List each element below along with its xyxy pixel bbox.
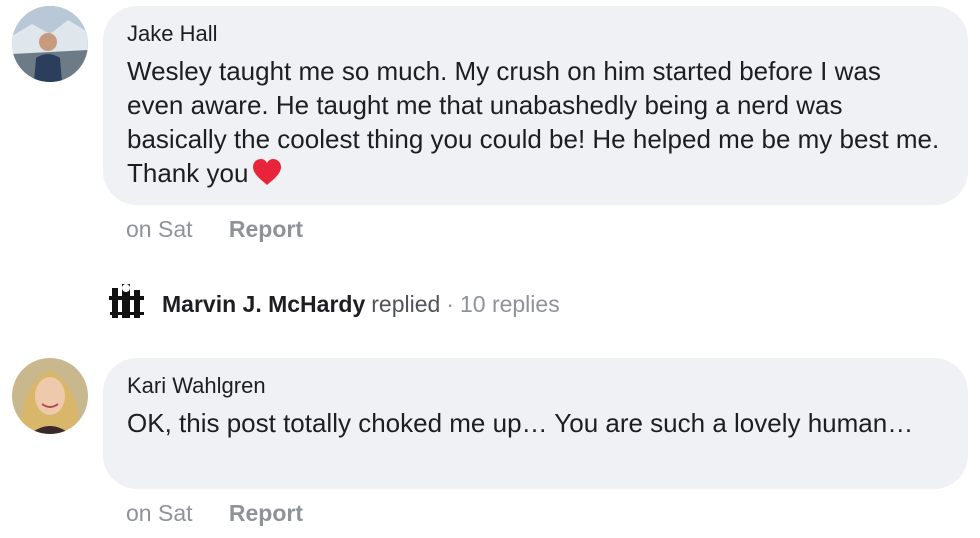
avatar-jake-hall[interactable] xyxy=(12,6,88,82)
comment-meta: on Sat Report xyxy=(126,498,303,528)
red-heart-icon xyxy=(252,158,282,194)
comment-time[interactable]: on Sat xyxy=(126,216,193,242)
comment-bubble: Jake Hall Wesley taught me so much. My c… xyxy=(103,6,968,205)
comment-meta: on Sat Report xyxy=(126,214,303,244)
avatar-photo-icon xyxy=(12,6,88,82)
separator-dot: · xyxy=(446,290,454,317)
comment-time[interactable]: on Sat xyxy=(126,500,193,526)
comment-author[interactable]: Kari Wahlgren xyxy=(127,372,944,400)
comment-body: Wesley taught me so much. My crush on hi… xyxy=(127,56,940,188)
comment-body: OK, this post totally choked me up… You … xyxy=(127,408,914,438)
reply-author[interactable]: Marvin J. McHardy xyxy=(162,291,365,318)
reply-count[interactable]: 10 replies xyxy=(460,291,560,318)
replies-summary[interactable]: Marvin J. McHardy replied · 10 replies xyxy=(108,284,560,324)
comment-bubble: Kari Wahlgren OK, this post totally chok… xyxy=(103,358,968,489)
reply-verb: replied xyxy=(371,290,441,317)
report-link[interactable]: Report xyxy=(229,216,303,242)
avatar-photo-icon xyxy=(12,358,88,434)
report-link[interactable]: Report xyxy=(229,500,303,526)
reply-avatar-icon xyxy=(108,282,146,326)
avatar-kari-wahlgren[interactable] xyxy=(12,358,88,434)
comment-text: Wesley taught me so much. My crush on hi… xyxy=(127,54,944,194)
comment-author[interactable]: Jake Hall xyxy=(127,20,944,48)
